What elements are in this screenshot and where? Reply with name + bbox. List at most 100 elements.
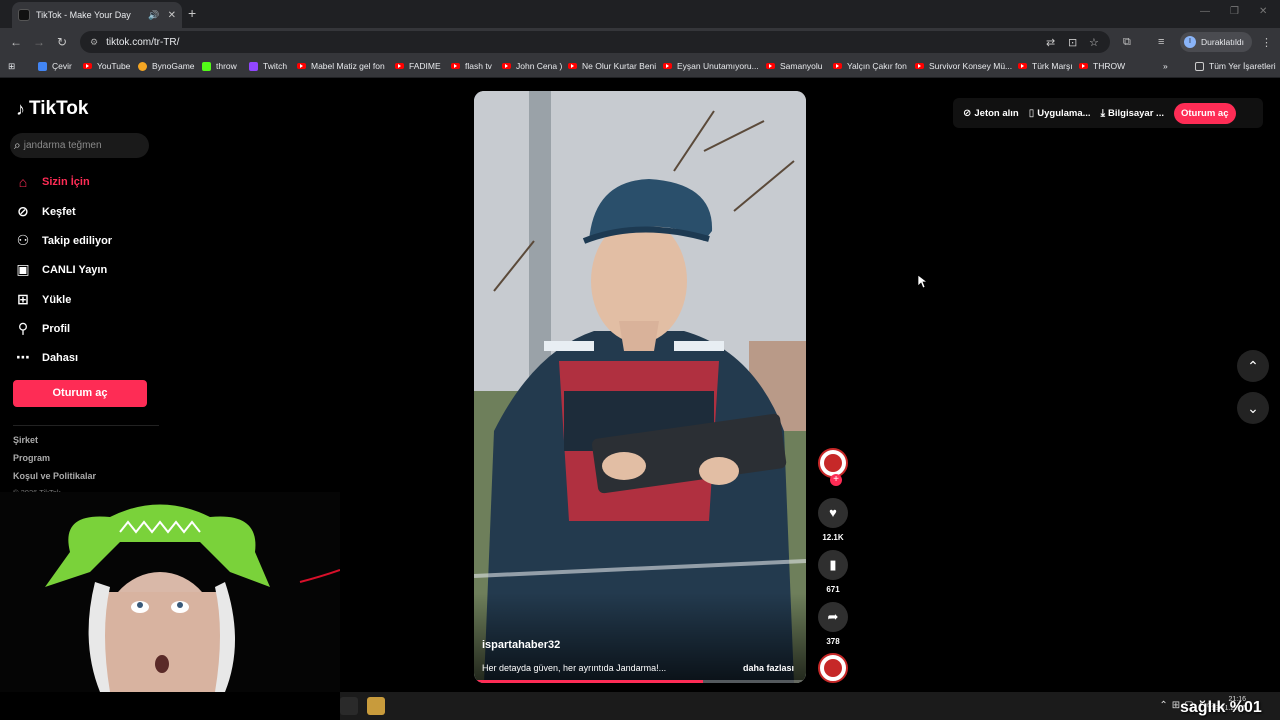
tab-search-icon[interactable]: ≡ <box>1158 36 1164 48</box>
url-text: tiktok.com/tr-TR/ <box>106 36 180 48</box>
sidebar-login-button[interactable]: Oturum aç <box>13 380 147 407</box>
search-icon: ⌕ <box>14 138 21 152</box>
bookmark-item[interactable]: FADIME <box>395 61 441 71</box>
sidebar-item-for-you[interactable]: ⌂ Sizin İçin <box>14 174 90 190</box>
bookmark-label: Ne Olur Kurtar Beni <box>582 61 657 71</box>
extensions-icon[interactable]: ⧉ <box>1123 36 1131 49</box>
speaker-icon[interactable]: 🔊 <box>148 10 159 21</box>
chevron-down-icon: ⌄ <box>1247 400 1259 416</box>
get-coins-label: Jeton alın <box>974 107 1019 119</box>
bookmark-label: Yalçın Çakır fon <box>847 61 907 71</box>
profile-button[interactable]: I Duraklatıldı <box>1180 32 1252 52</box>
bookmark-item[interactable]: Türk Marşı <box>1018 61 1073 71</box>
close-window-icon[interactable]: ✕ <box>1259 6 1267 17</box>
sidebar-item-profile[interactable]: ⚲ Profil <box>14 320 70 337</box>
bookmark-item[interactable]: Yalçın Çakır fon <box>833 61 907 71</box>
bookmark-label: YouTube <box>97 61 131 71</box>
sidebar-item-label: Profil <box>42 322 71 335</box>
bookmark-star-icon[interactable]: ☆ <box>1089 36 1099 49</box>
bookmark-item[interactable]: Ne Olur Kurtar Beni <box>568 61 656 71</box>
desktop-app-label: Bilgisayar ... <box>1108 107 1164 119</box>
restore-icon[interactable]: ❐ <box>1230 6 1239 17</box>
more-link[interactable]: daha fazlası <box>743 663 794 673</box>
league-of-legends-icon[interactable] <box>367 697 385 715</box>
bookmark-item[interactable]: John Cena ) <box>502 61 562 71</box>
bookmark-item[interactable]: Mabel Matiz gel fon <box>297 61 385 71</box>
footer-link-company[interactable]: Şirket <box>13 435 38 445</box>
forward-icon[interactable]: → <box>33 35 45 49</box>
more-icon: ⋯ <box>16 349 30 365</box>
kick-icon <box>202 61 211 71</box>
browser-tab[interactable]: TikTok - Make Your Day 🔊 ✕ <box>12 2 182 28</box>
get-coins-button[interactable]: ⊘ Jeton alın <box>963 108 1019 119</box>
close-tab-icon[interactable]: ✕ <box>168 10 176 21</box>
bookmark-label: BynoGame <box>152 61 195 71</box>
video-player[interactable]: ispartahaber32 Her detayda güven, her ay… <box>474 91 806 683</box>
bookmark-icon: ▮ <box>829 557 837 572</box>
bookmark-item[interactable]: Samanyolu <box>766 61 823 71</box>
bookmark-label: Eyşan Unutamıyoru... <box>677 61 759 71</box>
tiktok-page: ♪ TikTok ⌕ jandarma teğmen ⌂ Sizin İçin … <box>0 78 1280 692</box>
chevron-up-icon: ⌃ <box>1247 358 1259 374</box>
bookmark-label: Türk Marşı <box>1032 61 1073 71</box>
footer-link-program[interactable]: Program <box>13 453 50 463</box>
reload-icon[interactable]: ↻ <box>57 35 67 49</box>
minimize-icon[interactable]: — <box>1200 6 1210 17</box>
menu-kebab-icon[interactable]: ⋮ <box>1261 36 1272 49</box>
more-bookmarks-icon[interactable]: » <box>1163 61 1168 71</box>
back-icon[interactable]: ← <box>10 35 22 49</box>
bookmark-item[interactable]: Twitch <box>249 61 287 71</box>
site-info-icon[interactable]: ⚙ <box>90 37 98 48</box>
bookmark-label: Mabel Matiz gel fon <box>311 61 385 71</box>
previous-video-button[interactable]: ⌃ <box>1237 350 1269 382</box>
share-button[interactable]: ➦ <box>818 602 848 632</box>
apps-grid-icon[interactable]: ⊞ <box>8 61 15 72</box>
bookmark-item[interactable]: YouTube <box>83 61 130 71</box>
all-bookmarks-button[interactable]: Tüm Yer İşaretleri <box>1195 61 1276 71</box>
profile-avatar: I <box>1184 36 1196 48</box>
new-tab-button[interactable]: + <box>188 5 196 21</box>
bookmark-item[interactable]: Eyşan Unutamıyoru... <box>663 61 759 71</box>
address-bar[interactable]: ⚙ tiktok.com/tr-TR/ <box>80 31 1110 53</box>
bookmark-item[interactable]: flash tv <box>451 61 492 71</box>
sidebar-item-label: Dahası <box>42 351 79 364</box>
next-video-button[interactable]: ⌄ <box>1237 392 1269 424</box>
streamer-webcam-image <box>0 492 340 692</box>
get-app-button[interactable]: ▯ Uygulama... <box>1029 108 1091 119</box>
taskbar-app-icon[interactable] <box>340 697 358 715</box>
music-disc-icon <box>824 659 842 677</box>
bookmark-item[interactable]: THROW <box>1079 61 1125 71</box>
search-input[interactable]: ⌕ jandarma teğmen <box>10 133 149 158</box>
like-count: 12.1K <box>822 533 844 542</box>
save-button[interactable]: ▮ <box>818 550 848 580</box>
tiktok-logo[interactable]: ♪ TikTok <box>16 98 88 120</box>
bookmark-label: FADIME <box>409 61 441 71</box>
translate-icon[interactable]: ⇄ <box>1046 36 1055 49</box>
sidebar-item-label: Yükle <box>42 293 72 306</box>
video-username[interactable]: ispartahaber32 <box>482 639 560 651</box>
sidebar-item-explore[interactable]: ⊘ Keşfet <box>14 203 76 220</box>
desktop-app-button[interactable]: ⤓ Bilgisayar ... <box>1101 108 1164 119</box>
footer-link-terms[interactable]: Koşul ve Politikalar <box>13 471 96 481</box>
follow-plus-icon[interactable]: + <box>830 474 842 486</box>
install-app-icon[interactable]: ⊡ <box>1068 36 1077 49</box>
youtube-icon <box>502 63 511 69</box>
bookmark-item[interactable]: throw <box>202 61 237 71</box>
header-login-button[interactable]: Oturum aç <box>1173 102 1236 124</box>
sound-disc[interactable] <box>818 653 848 683</box>
sidebar-item-upload[interactable]: ⊞ Yükle <box>14 291 71 308</box>
like-button[interactable]: ♥ <box>818 498 848 528</box>
live-icon: ▣ <box>16 261 30 277</box>
bookmark-item[interactable]: Survivor Konsey Mü... <box>915 61 1012 71</box>
bookmark-item[interactable]: Çevir <box>38 61 72 71</box>
translate-icon <box>38 61 47 71</box>
creator-avatar[interactable]: + <box>818 448 848 486</box>
sidebar-item-live[interactable]: ▣ CANLI Yayın <box>14 261 107 278</box>
sidebar-item-more[interactable]: ⋯ Dahası <box>14 349 78 366</box>
youtube-icon <box>766 63 775 69</box>
video-progress-bar[interactable] <box>474 680 806 683</box>
sidebar-item-following[interactable]: ⚇ Takip ediliyor <box>14 232 112 249</box>
bookmark-item[interactable]: BynoGame <box>138 61 195 71</box>
save-count: 671 <box>826 585 840 594</box>
twitch-icon <box>249 61 258 71</box>
